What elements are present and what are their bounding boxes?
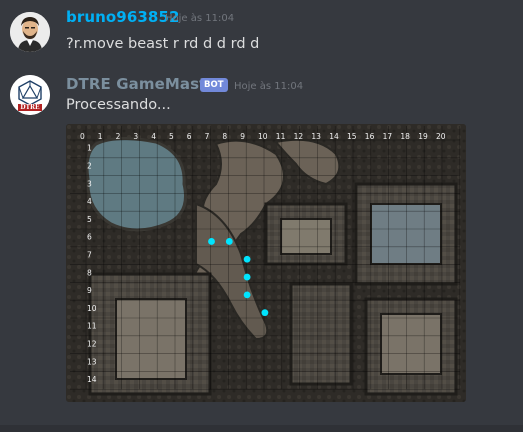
column-label: 3 xyxy=(133,132,138,141)
timestamp: Hoje às 11:04 xyxy=(234,81,304,92)
bot-avatar[interactable]: DTRE xyxy=(10,75,50,115)
water-pool xyxy=(85,137,187,232)
user-avatar[interactable] xyxy=(10,12,50,52)
row-label: 1 xyxy=(87,144,92,153)
path-dot xyxy=(225,238,233,245)
column-label: 6 xyxy=(187,132,192,141)
message-content: ?r.move beast r rd d d rd d xyxy=(66,36,260,52)
user-avatar-image xyxy=(10,12,50,52)
row-label: 5 xyxy=(87,215,92,224)
column-label: 19 xyxy=(418,132,428,141)
column-label: 18 xyxy=(400,132,410,141)
column-label: 5 xyxy=(169,132,174,141)
row-label: 3 xyxy=(87,179,92,188)
column-label: 20 xyxy=(436,132,446,141)
row-label: 9 xyxy=(87,286,92,295)
row-label: 14 xyxy=(87,375,97,384)
row-label: 11 xyxy=(87,322,97,331)
column-label: 8 xyxy=(222,132,227,141)
row-label: 10 xyxy=(87,304,97,313)
battle-map-image[interactable]: 0 1 2 3 4 5 6 7 8 9 10 11 12 13 14 15 16 17 18 19 20 1234567… xyxy=(66,124,466,402)
message-content: Processando... xyxy=(66,97,171,113)
row-label: 6 xyxy=(87,233,92,242)
username[interactable]: bruno963852 xyxy=(66,8,180,26)
path-dot xyxy=(243,255,251,263)
column-label: 11 xyxy=(276,132,286,141)
row-label: 4 xyxy=(87,197,92,206)
column-label: 12 xyxy=(294,132,304,141)
battle-map: 0 1 2 3 4 5 6 7 8 9 10 11 12 13 14 15 16 17 18 19 20 1234567… xyxy=(66,124,466,402)
row-label: 12 xyxy=(87,339,97,348)
column-label: 4 xyxy=(151,132,156,141)
message-input-area[interactable] xyxy=(0,425,523,432)
column-label: 16 xyxy=(365,132,375,141)
column-label: 10 xyxy=(258,132,268,141)
bot-badge: BOT xyxy=(200,78,228,92)
column-label: 0 xyxy=(80,132,85,141)
path-dot xyxy=(243,291,251,299)
path-dot xyxy=(261,309,269,317)
column-label: 7 xyxy=(205,132,210,141)
row-label: 2 xyxy=(87,161,92,170)
bot-avatar-text: DTRE xyxy=(20,104,40,111)
path-dot xyxy=(243,273,251,281)
column-label: 14 xyxy=(329,132,339,141)
row-label: 7 xyxy=(87,250,92,259)
column-label: 9 xyxy=(240,132,245,141)
column-label: 17 xyxy=(383,132,393,141)
column-labels: 0 1 2 3 4 5 6 7 8 9 10 11 12 13 14 15 16 17 18 19 20 xyxy=(80,132,446,141)
timestamp: Hoje às 11:04 xyxy=(165,13,235,24)
column-label: 13 xyxy=(311,132,321,141)
row-label: 13 xyxy=(87,357,97,366)
row-label: 8 xyxy=(87,268,92,277)
column-label: 2 xyxy=(116,132,121,141)
column-label: 15 xyxy=(347,132,357,141)
path-dot xyxy=(208,238,215,245)
column-label: 1 xyxy=(98,132,103,141)
